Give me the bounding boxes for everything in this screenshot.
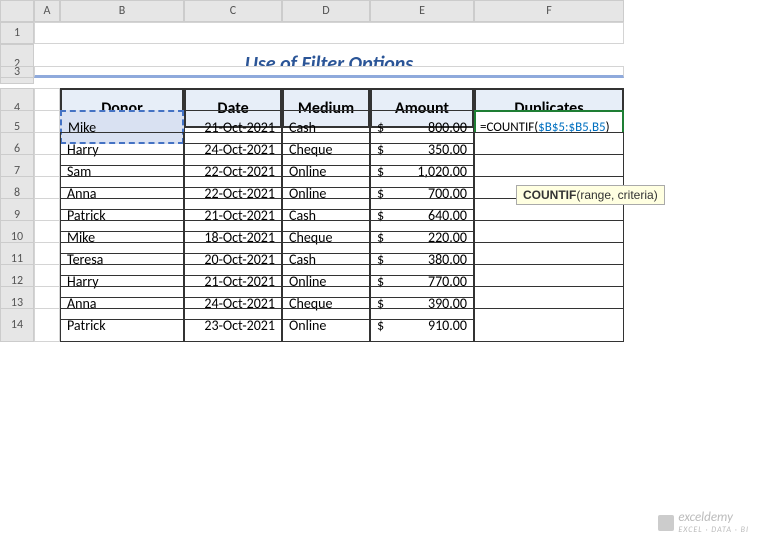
tooltip-sig: (range, criteria): [576, 188, 657, 202]
cell-date[interactable]: 23-Oct-2021: [184, 308, 282, 342]
col-header-f[interactable]: F: [474, 0, 624, 22]
row-header-3[interactable]: 3: [0, 66, 34, 78]
select-all-corner[interactable]: [0, 0, 34, 22]
cell-duplicates[interactable]: [474, 308, 624, 342]
cell-a14[interactable]: [34, 308, 60, 342]
watermark-sub: EXCEL · DATA · BI: [678, 525, 749, 535]
spreadsheet-grid[interactable]: A B C D E F 1 2 Use of Filter Options 3 …: [0, 0, 767, 330]
col-header-a[interactable]: A: [34, 0, 60, 22]
title-underline: [34, 66, 624, 78]
watermark-icon: [658, 515, 674, 531]
cell-blank[interactable]: [34, 22, 624, 44]
cell-donor[interactable]: Patrick: [60, 308, 184, 342]
col-header-c[interactable]: C: [184, 0, 282, 22]
amount-value: 910.00: [428, 317, 467, 334]
row-header-1[interactable]: 1: [0, 22, 34, 44]
watermark-name: exceldemy: [678, 510, 749, 525]
tooltip-fn: COUNTIF: [523, 188, 576, 202]
page-title: Use of Filter Options: [34, 44, 624, 84]
currency-symbol: $: [377, 317, 384, 334]
function-tooltip: COUNTIF(range, criteria): [516, 185, 665, 205]
col-header-d[interactable]: D: [282, 0, 370, 22]
row-header-14[interactable]: 14: [0, 308, 34, 342]
col-header-e[interactable]: E: [370, 0, 474, 22]
col-header-b[interactable]: B: [60, 0, 184, 22]
watermark: exceldemy EXCEL · DATA · BI: [658, 510, 749, 535]
cell-medium[interactable]: Online: [282, 308, 370, 342]
cell-amount[interactable]: $910.00: [370, 308, 474, 342]
